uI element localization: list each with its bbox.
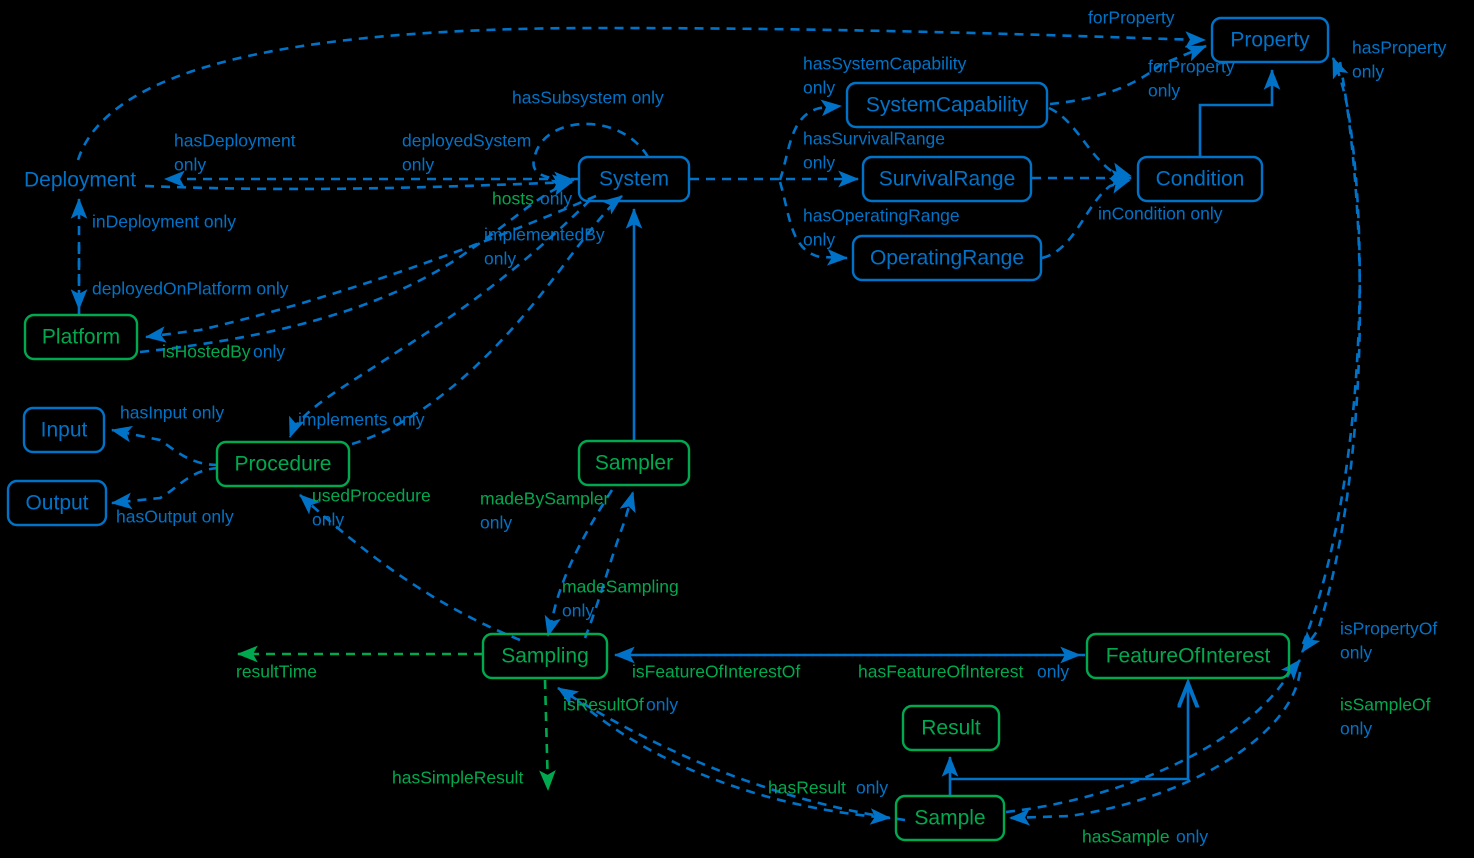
edge-label-has-system-capability: hasSystemCapability	[803, 54, 967, 74]
edge-label-deployed-system-only: only	[402, 155, 434, 175]
node-systemcapability-label: SystemCapability	[866, 94, 1029, 117]
node-output-label: Output	[25, 492, 88, 515]
node-condition-label: Condition	[1156, 168, 1245, 191]
edge-label-has-feature-of-interest: hasFeatureOfInterest	[858, 662, 1023, 682]
edge-label-implemented-by: implementedBy	[484, 225, 605, 245]
edge-label-for-property-top: forProperty	[1088, 8, 1175, 28]
node-sample-label: Sample	[914, 807, 985, 830]
edge-is-property-of	[1300, 61, 1362, 653]
node-survivalrange-label: SurvivalRange	[879, 168, 1016, 191]
edge-label-in-deployment: inDeployment only	[92, 212, 236, 232]
edge-has-sample	[1008, 671, 1302, 826]
node-sampler-label: Sampler	[595, 452, 673, 475]
node-input-label: Input	[41, 419, 88, 442]
edge-label-used-procedure-only: only	[312, 510, 344, 530]
node-operatingrange[interactable]: OperatingRange	[851, 234, 1043, 282]
edge-label-is-sample-of-only: only	[1340, 719, 1372, 739]
edge-label-has-deployment: hasDeployment	[174, 131, 296, 151]
node-result[interactable]: Result	[901, 704, 1001, 752]
edge-label-has-feature-of-interest-only: only	[1037, 662, 1069, 682]
edge-has-simple-result	[539, 679, 556, 792]
edge-label-is-sample-of: isSampleOf	[1340, 695, 1431, 715]
edge-sample-foi-subclass	[950, 683, 1188, 781]
edge-label-made-by-sampler: madeBySampler	[480, 489, 610, 509]
edge-label-has-deployment-only: only	[174, 155, 206, 175]
node-sample[interactable]: Sample	[894, 794, 1006, 842]
ontology-diagram: Deployment Platform Input Output Procedu…	[6, 8, 1447, 847]
edge-label-is-property-of-only: only	[1340, 643, 1372, 663]
edge-label-is-hosted-by: isHostedBy	[162, 342, 251, 362]
edge-label-has-subsystem: hasSubsystem only	[512, 88, 664, 108]
edge-label-is-feature-of-interest-of: isFeatureOfInterestOf	[632, 662, 800, 682]
node-systemcapability[interactable]: SystemCapability	[845, 81, 1049, 129]
edge-label-made-sampling: madeSampling	[562, 577, 679, 597]
node-input[interactable]: Input	[22, 406, 106, 454]
node-platform[interactable]: Platform	[23, 313, 139, 361]
edge-label-has-system-capability-only: only	[803, 78, 835, 98]
node-platform-label: Platform	[42, 326, 120, 349]
edge-label-has-simple-result: hasSimpleResult	[392, 768, 523, 788]
edge-has-input	[110, 425, 219, 467]
edge-label-hosts: hosts	[492, 189, 534, 209]
edge-label-used-procedure: usedProcedure	[312, 486, 431, 506]
edge-label-hosts-only: only	[540, 189, 572, 209]
edge-label-has-property-only: only	[1352, 62, 1384, 82]
edge-label-implemented-by-only: only	[484, 249, 516, 269]
node-featureofinterest-label: FeatureOfInterest	[1106, 645, 1271, 668]
edge-label-has-result-only: only	[856, 778, 888, 798]
edge-label-has-survival-range-only: only	[803, 153, 835, 173]
edge-label-made-sampling-only: only	[562, 601, 594, 621]
edge-label-has-survival-range: hasSurvivalRange	[803, 129, 945, 149]
edge-label-has-sample-only: only	[1176, 827, 1208, 847]
edge-label-made-by-sampler-only: only	[480, 513, 512, 533]
edge-label-is-result-of-only: only	[646, 695, 678, 715]
node-sampling[interactable]: Sampling	[481, 632, 609, 680]
edge-label-deployed-system: deployedSystem	[402, 131, 531, 151]
edge-label-has-operating-range-only: only	[803, 230, 835, 250]
edge-label-has-operating-range: hasOperatingRange	[803, 206, 960, 226]
edge-label-has-property: hasProperty	[1352, 38, 1447, 58]
diagram-canvas: Deployment Platform Input Output Procedu…	[0, 0, 1474, 858]
node-system[interactable]: System	[577, 155, 691, 203]
edge-label-has-input: hasInput only	[120, 403, 224, 423]
edge-is-sample-of	[1005, 659, 1301, 814]
node-operatingrange-label: OperatingRange	[870, 247, 1024, 270]
edge-label-for-property-sc-only: only	[1148, 81, 1180, 101]
edge-condition-subclass	[1198, 68, 1281, 156]
node-procedure-label: Procedure	[235, 453, 332, 476]
edge-label-has-output: hasOutput only	[116, 507, 234, 527]
node-condition[interactable]: Condition	[1136, 155, 1264, 203]
edge-has-output	[110, 466, 219, 510]
edge-sc-to-condition	[1048, 106, 1132, 179]
edge-label-deployed-on-platform: deployedOnPlatform only	[92, 279, 289, 299]
edge-label-result-time: resultTime	[236, 662, 317, 682]
node-survivalrange[interactable]: SurvivalRange	[861, 155, 1033, 203]
node-deployment-label: Deployment	[24, 169, 136, 192]
node-property-label: Property	[1230, 29, 1310, 52]
node-output[interactable]: Output	[6, 479, 108, 527]
edge-label-has-result: hasResult	[768, 778, 846, 798]
edge-label-in-condition: inCondition only	[1098, 204, 1223, 224]
node-sampler[interactable]: Sampler	[577, 439, 691, 487]
node-procedure[interactable]: Procedure	[215, 440, 351, 488]
node-featureofinterest[interactable]: FeatureOfInterest	[1085, 632, 1291, 680]
edge-label-for-property-sc: forProperty	[1148, 57, 1235, 77]
edge-label-is-hosted-by-only: only	[253, 342, 285, 362]
edge-label-is-result-of: isResultOf	[563, 695, 644, 715]
edge-label-implements: implements only	[298, 410, 425, 430]
edge-label-has-sample: hasSample	[1082, 827, 1170, 847]
node-sampling-label: Sampling	[501, 645, 589, 668]
edge-label-is-property-of: isPropertyOf	[1340, 619, 1437, 639]
node-system-label: System	[599, 168, 669, 191]
node-property[interactable]: Property	[1210, 16, 1330, 64]
node-result-label: Result	[921, 717, 981, 740]
